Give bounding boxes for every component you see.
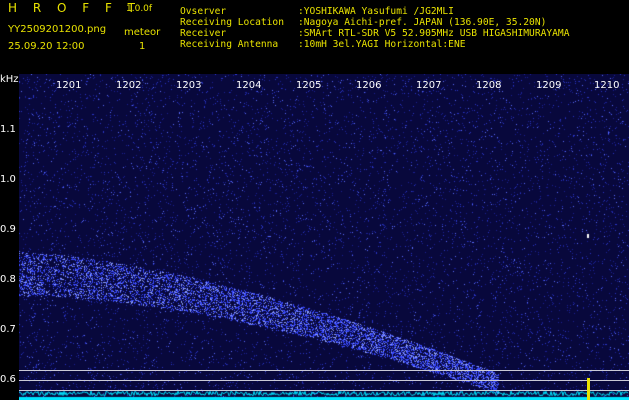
- reference-line: [19, 370, 629, 371]
- info-row-receiver: Receiver :SMArt RTL-SDR V5 52.905MHz USB…: [180, 28, 569, 39]
- x-tick-label: 1209: [536, 80, 562, 91]
- x-tick-label: 1206: [356, 80, 382, 91]
- x-tick-label: 1205: [296, 80, 322, 91]
- info-value: :Nagoya Aichi-pref. JAPAN (136.90E, 35.2…: [298, 17, 547, 28]
- x-tick-label: 1204: [236, 80, 262, 91]
- timestamp: 25.09.20 12:00: [8, 41, 85, 52]
- info-value: :10mH 3el.YAGI Horizontal:ENE: [298, 39, 466, 50]
- signal-spike-marker: [587, 378, 590, 400]
- x-tick-label: 1201: [56, 80, 82, 91]
- y-tick-label: 0.6: [0, 374, 16, 385]
- info-key: Receiving Location: [180, 17, 284, 28]
- y-tick-label: 0.8: [0, 274, 16, 285]
- y-tick-label: 1.1: [0, 124, 16, 135]
- info-value: :YOSHIKAWA Yasufumi /JG2MLI: [298, 6, 454, 17]
- reference-line: [19, 380, 629, 381]
- x-tick-label: 1202: [116, 80, 142, 91]
- info-key: Receiver: [180, 28, 227, 39]
- x-tick-label: 1207: [416, 80, 442, 91]
- header-panel: H R O F F T 1.0.0f YY2509201200.png mete…: [0, 0, 629, 74]
- meteor-count: 1: [139, 41, 146, 52]
- y-tick-label: 0.7: [0, 324, 16, 335]
- info-key: Ovserver: [180, 6, 227, 17]
- app-version: 1.0.0f: [126, 4, 153, 14]
- y-tick-label: 1.0: [0, 174, 16, 185]
- y-tick-label: 0.9: [0, 224, 16, 235]
- y-axis-unit: kHz: [0, 74, 19, 85]
- app-brand: H R O F F T: [8, 1, 142, 15]
- station-info: Ovserver :YOSHIKAWA Yasufumi /JG2MLI Rec…: [180, 6, 569, 50]
- info-key: Receiving Antenna: [180, 39, 279, 50]
- waterfall-spectrogram: [19, 74, 629, 400]
- info-value: :SMArt RTL-SDR V5 52.905MHz USB HIGASHIM…: [298, 28, 570, 39]
- mode-label: meteor: [124, 27, 161, 38]
- info-row-observer: Ovserver :YOSHIKAWA Yasufumi /JG2MLI: [180, 6, 569, 17]
- reference-line: [19, 390, 629, 391]
- info-row-location: Receiving Location :Nagoya Aichi-pref. J…: [180, 17, 569, 28]
- file-name: YY2509201200.png: [8, 24, 107, 35]
- x-tick-label: 1208: [476, 80, 502, 91]
- info-row-antenna: Receiving Antenna :10mH 3el.YAGI Horizon…: [180, 39, 569, 50]
- x-tick-label: 1203: [176, 80, 202, 91]
- x-tick-label: 1210: [594, 80, 620, 91]
